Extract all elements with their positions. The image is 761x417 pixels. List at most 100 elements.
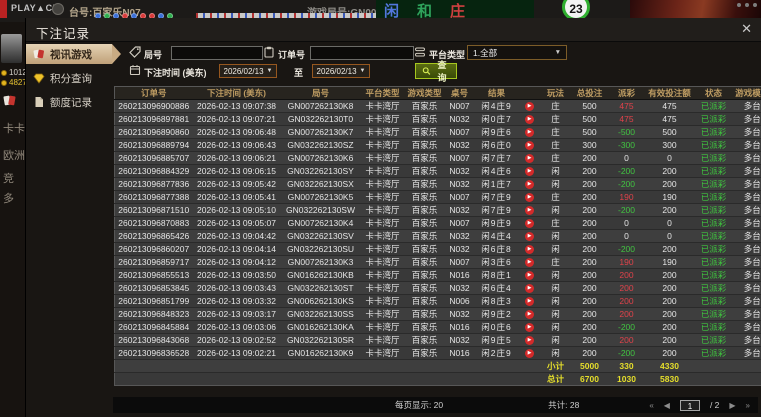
next-page-icon[interactable]: ▶ xyxy=(729,401,735,410)
order-input[interactable] xyxy=(310,46,414,60)
replay-icon[interactable]: ▶ xyxy=(525,115,534,124)
replay-icon[interactable]: ▶ xyxy=(525,102,534,111)
lobby-tab-kaka[interactable]: 卡卡 xyxy=(3,120,25,136)
lobby-tab-bidding[interactable]: 竞 xyxy=(3,170,25,186)
search-button[interactable]: 查询 xyxy=(415,63,457,79)
table-row: 2602130968555132026-02-13 09:03:50GN0162… xyxy=(115,269,761,282)
cell-replay[interactable]: ▶ xyxy=(519,321,541,334)
replay-icon[interactable]: ▶ xyxy=(525,336,534,345)
cell-valid: 190 xyxy=(645,191,695,204)
cell-replay[interactable]: ▶ xyxy=(519,217,541,230)
cell-replay[interactable]: ▶ xyxy=(519,347,541,360)
replay-icon[interactable]: ▶ xyxy=(525,128,534,137)
sidebar-item-label: 视讯游戏 xyxy=(50,47,92,62)
replay-icon[interactable]: ▶ xyxy=(525,271,534,280)
replay-icon[interactable]: ▶ xyxy=(525,323,534,332)
cell-table: N032 xyxy=(445,204,475,217)
cell-valid: 500 xyxy=(645,126,695,139)
cell-replay[interactable]: ▶ xyxy=(519,230,541,243)
cell-mode: 多台 xyxy=(733,295,761,308)
cell-bet: 200 xyxy=(571,165,609,178)
prev-page-icon[interactable]: ◀ xyxy=(664,401,670,410)
last-page-icon[interactable]: » xyxy=(746,401,750,410)
lobby-tab-multi[interactable]: 多 xyxy=(3,190,25,206)
cell-result: 闲2庄9 xyxy=(475,347,519,360)
cell-play: 庄 xyxy=(541,152,571,165)
empty-cell xyxy=(519,373,541,386)
table-row: 2602130968978812026-02-13 09:07:21GN0322… xyxy=(115,113,761,126)
cell-replay[interactable]: ▶ xyxy=(519,243,541,256)
cell-replay[interactable]: ▶ xyxy=(519,256,541,269)
close-icon[interactable]: ✕ xyxy=(741,21,752,37)
cell-replay[interactable]: ▶ xyxy=(519,152,541,165)
cell-table: N032 xyxy=(445,282,475,295)
table-row: 2602130968483232026-02-13 09:03:17GN0322… xyxy=(115,308,761,321)
lobby-tab-europe[interactable]: 欧洲 xyxy=(3,147,25,163)
cell-play: 闲 xyxy=(541,165,571,178)
cell-replay[interactable]: ▶ xyxy=(519,282,541,295)
cell-status: 已派彩 xyxy=(695,165,733,178)
cell-valid: 200 xyxy=(645,295,695,308)
replay-icon[interactable]: ▶ xyxy=(525,141,534,150)
table-row: 2602130968517992026-02-13 09:03:32GN0062… xyxy=(115,295,761,308)
cell-replay[interactable]: ▶ xyxy=(519,100,541,113)
replay-icon[interactable]: ▶ xyxy=(525,167,534,176)
avatar xyxy=(1,34,22,63)
cell-round: GN016262130KA xyxy=(281,321,361,334)
column-header xyxy=(519,87,541,100)
cell-order: 260213096897881 xyxy=(115,113,193,126)
cell-replay[interactable]: ▶ xyxy=(519,334,541,347)
replay-icon[interactable]: ▶ xyxy=(525,219,534,228)
table-row: 2602130968897942026-02-13 09:06:43GN0322… xyxy=(115,139,761,152)
replay-icon[interactable]: ▶ xyxy=(525,310,534,319)
page-number-input[interactable]: 1 xyxy=(680,400,700,411)
cell-valid: 200 xyxy=(645,334,695,347)
cell-replay[interactable]: ▶ xyxy=(519,269,541,282)
search-icon xyxy=(422,66,431,76)
cell-result: 闲6庄4 xyxy=(475,282,519,295)
cell-order: 260213096865426 xyxy=(115,230,193,243)
cell-payout: -200 xyxy=(609,178,645,191)
cell-replay[interactable]: ▶ xyxy=(519,295,541,308)
cell-mode: 多台 xyxy=(733,217,761,230)
replay-icon[interactable]: ▶ xyxy=(525,180,534,189)
cell-replay[interactable]: ▶ xyxy=(519,191,541,204)
cell-order: 260213096851799 xyxy=(115,295,193,308)
cell-time: 2026-02-13 09:04:14 xyxy=(193,243,281,256)
cell-payout: 190 xyxy=(609,256,645,269)
cell-result: 闲7庄9 xyxy=(475,204,519,217)
cell-replay[interactable]: ▶ xyxy=(519,139,541,152)
cell-mode: 多台 xyxy=(733,308,761,321)
replay-icon[interactable]: ▶ xyxy=(525,193,534,202)
replay-icon[interactable]: ▶ xyxy=(525,258,534,267)
cell-platform: 卡卡湾厅 xyxy=(361,308,405,321)
date-to-picker[interactable]: 2026/02/13 ▼ xyxy=(312,64,370,78)
replay-icon[interactable]: ▶ xyxy=(525,232,534,241)
sidebar-item-quota-records[interactable]: 额度记录 xyxy=(26,92,112,112)
cell-platform: 卡卡湾厅 xyxy=(361,100,405,113)
cell-replay[interactable]: ▶ xyxy=(519,204,541,217)
sidebar-item-points-query[interactable]: 积分查询 xyxy=(26,68,112,88)
replay-icon[interactable]: ▶ xyxy=(525,349,534,358)
cell-replay[interactable]: ▶ xyxy=(519,126,541,139)
cell-table: N016 xyxy=(445,269,475,282)
cell-play: 闲 xyxy=(541,230,571,243)
first-page-icon[interactable]: « xyxy=(649,401,653,410)
cell-replay[interactable]: ▶ xyxy=(519,165,541,178)
date-from-picker[interactable]: 2026/02/13 ▼ xyxy=(219,64,277,78)
table-row: 2602130968708832026-02-13 09:05:07GN0072… xyxy=(115,217,761,230)
replay-icon[interactable]: ▶ xyxy=(525,284,534,293)
sidebar-item-video-games[interactable]: 视讯游戏 xyxy=(26,44,112,64)
round-input[interactable] xyxy=(171,46,263,60)
replay-icon[interactable]: ▶ xyxy=(525,206,534,215)
replay-icon[interactable]: ▶ xyxy=(525,297,534,306)
empty-cell xyxy=(445,360,475,373)
replay-icon[interactable]: ▶ xyxy=(525,245,534,254)
replay-icon[interactable]: ▶ xyxy=(525,154,534,163)
cell-replay[interactable]: ▶ xyxy=(519,178,541,191)
cell-valid: 0 xyxy=(645,217,695,230)
cell-replay[interactable]: ▶ xyxy=(519,113,541,126)
cell-replay[interactable]: ▶ xyxy=(519,308,541,321)
cell-order: 260213096871510 xyxy=(115,204,193,217)
platform-select[interactable]: 1.全部 ▼ xyxy=(467,45,567,60)
